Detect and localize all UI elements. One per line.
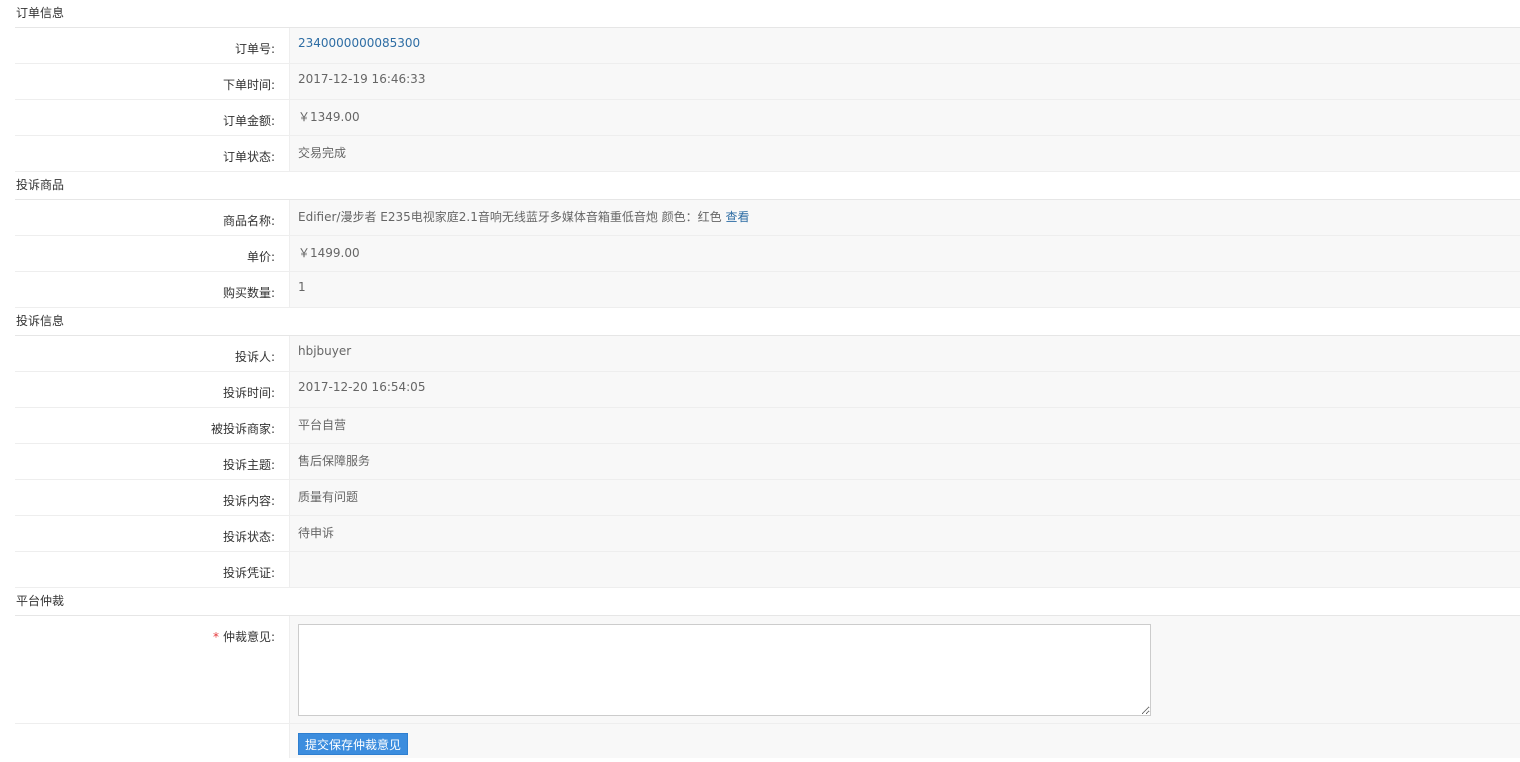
required-mark: * — [212, 630, 219, 644]
product-price-value: ￥1499.00 — [289, 236, 1520, 271]
row-complaint-content: 投诉内容: 质量有问题 — [15, 480, 1520, 516]
row-merchant: 被投诉商家: 平台自营 — [15, 408, 1520, 444]
order-no-label: 订单号: — [15, 28, 289, 63]
arbitration-opinion-textarea[interactable] — [298, 624, 1151, 716]
row-order-amount: 订单金额: ￥1349.00 — [15, 100, 1520, 136]
section-title-order: 订单信息 — [15, 0, 1520, 28]
arbitration-opinion-cell — [289, 616, 1520, 723]
complaint-subject-value: 售后保障服务 — [289, 444, 1520, 479]
order-time-label: 下单时间: — [15, 64, 289, 99]
row-order-no: 订单号: 2340000000085300 — [15, 28, 1520, 64]
order-amount-label: 订单金额: — [15, 100, 289, 135]
product-name-label: 商品名称: — [15, 200, 289, 235]
complaint-subject-label: 投诉主题: — [15, 444, 289, 479]
section-title-product: 投诉商品 — [15, 172, 1520, 200]
row-product-price: 单价: ￥1499.00 — [15, 236, 1520, 272]
row-order-status: 订单状态: 交易完成 — [15, 136, 1520, 172]
row-complaint-status: 投诉状态: 待申诉 — [15, 516, 1520, 552]
order-no-link[interactable]: 2340000000085300 — [298, 36, 420, 50]
complaint-detail-page: 订单信息 订单号: 2340000000085300 下单时间: 2017-12… — [0, 0, 1520, 762]
submit-cell: 提交保存仲裁意见 — [289, 724, 1520, 758]
merchant-label: 被投诉商家: — [15, 408, 289, 443]
complaint-evidence-value — [289, 552, 1520, 587]
row-order-time: 下单时间: 2017-12-19 16:46:33 — [15, 64, 1520, 100]
order-status-value: 交易完成 — [289, 136, 1520, 171]
row-arbitration-opinion: * 仲裁意见: — [15, 616, 1520, 724]
row-complainant: 投诉人: hbjbuyer — [15, 336, 1520, 372]
complainant-label: 投诉人: — [15, 336, 289, 371]
order-no-value-cell: 2340000000085300 — [289, 28, 1520, 63]
row-submit: 提交保存仲裁意见 — [15, 724, 1520, 758]
complainant-value: hbjbuyer — [289, 336, 1520, 371]
product-qty-label: 购买数量: — [15, 272, 289, 307]
complaint-content-value: 质量有问题 — [289, 480, 1520, 515]
section-title-complaint: 投诉信息 — [15, 308, 1520, 336]
order-status-label: 订单状态: — [15, 136, 289, 171]
product-name-value: Edifier/漫步者 E235电视家庭2.1音响无线蓝牙多媒体音箱重低音炮 颜… — [298, 210, 722, 224]
complaint-content-label: 投诉内容: — [15, 480, 289, 515]
arbitration-opinion-label: 仲裁意见: — [222, 630, 275, 644]
submit-arbitration-button[interactable]: 提交保存仲裁意见 — [298, 733, 409, 755]
order-amount-value: ￥1349.00 — [289, 100, 1520, 135]
section-title-arbitration: 平台仲裁 — [15, 588, 1520, 616]
arbitration-opinion-label-cell: * 仲裁意见: — [15, 616, 289, 723]
view-product-link[interactable]: 查看 — [725, 210, 749, 224]
row-product-qty: 购买数量: 1 — [15, 272, 1520, 308]
row-complaint-evidence: 投诉凭证: — [15, 552, 1520, 588]
merchant-value: 平台自营 — [289, 408, 1520, 443]
order-time-value: 2017-12-19 16:46:33 — [289, 64, 1520, 99]
product-price-label: 单价: — [15, 236, 289, 271]
complaint-evidence-label: 投诉凭证: — [15, 552, 289, 587]
product-name-value-cell: Edifier/漫步者 E235电视家庭2.1音响无线蓝牙多媒体音箱重低音炮 颜… — [289, 200, 1520, 235]
row-complaint-time: 投诉时间: 2017-12-20 16:54:05 — [15, 372, 1520, 408]
row-complaint-subject: 投诉主题: 售后保障服务 — [15, 444, 1520, 480]
complaint-time-value: 2017-12-20 16:54:05 — [289, 372, 1520, 407]
submit-label-cell — [15, 724, 289, 758]
complaint-time-label: 投诉时间: — [15, 372, 289, 407]
complaint-status-label: 投诉状态: — [15, 516, 289, 551]
product-qty-value: 1 — [289, 272, 1520, 307]
row-product-name: 商品名称: Edifier/漫步者 E235电视家庭2.1音响无线蓝牙多媒体音箱… — [15, 200, 1520, 236]
complaint-status-value: 待申诉 — [289, 516, 1520, 551]
